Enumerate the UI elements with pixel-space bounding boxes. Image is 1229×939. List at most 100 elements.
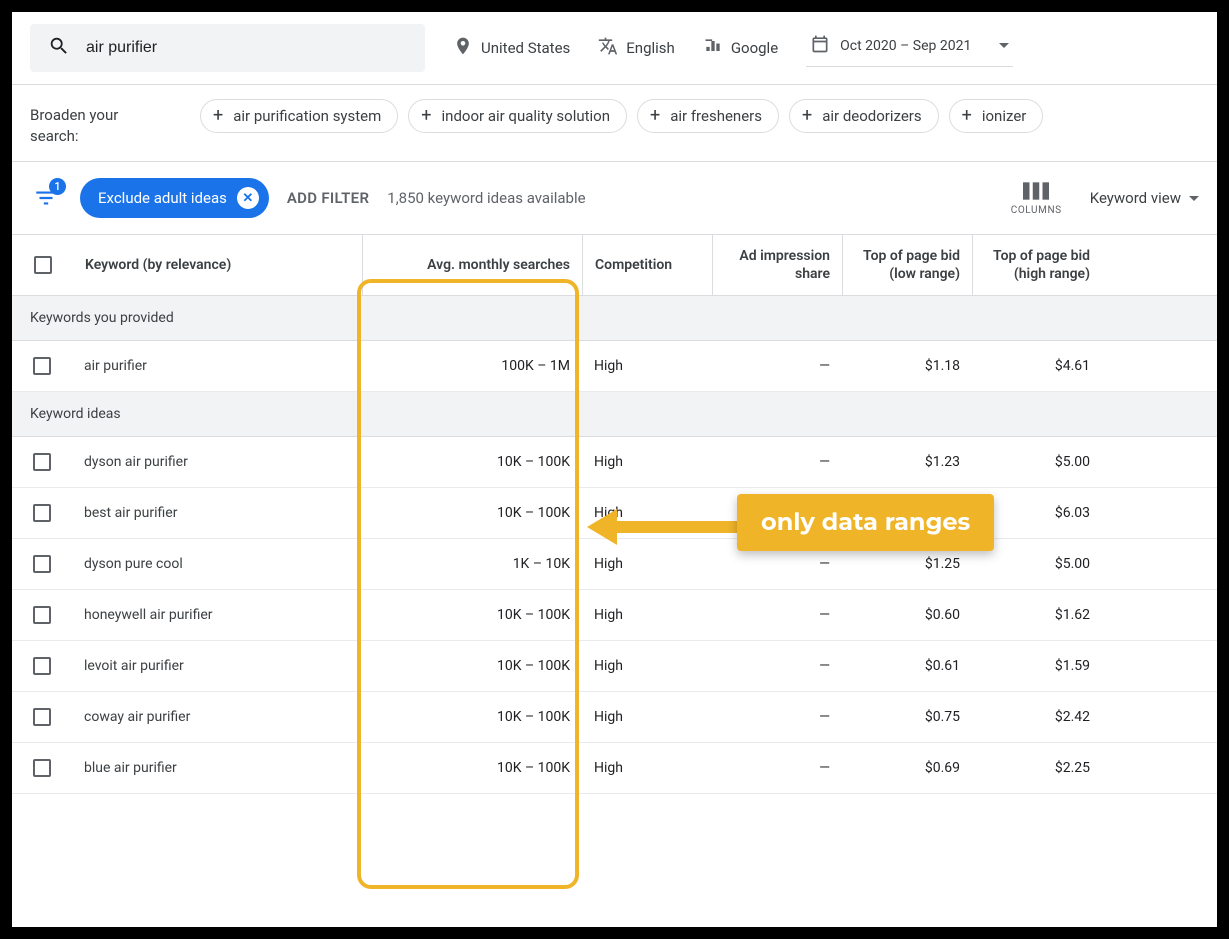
annotation-text: only data ranges bbox=[761, 508, 970, 537]
filter-count-badge: 1 bbox=[49, 178, 66, 195]
table-header: Keyword (by relevance) Avg. monthly sear… bbox=[12, 235, 1217, 296]
table-row[interactable]: levoit air purifier10K – 100KHigh—$0.61$… bbox=[12, 641, 1217, 692]
add-filter-button[interactable]: ADD FILTER bbox=[287, 189, 369, 207]
cell-avg-searches: 100K – 1M bbox=[362, 342, 582, 390]
language-label: English bbox=[626, 39, 675, 57]
row-checkbox-cell bbox=[12, 743, 72, 793]
chip-label: indoor air quality solution bbox=[442, 107, 611, 125]
cell-competition: High bbox=[582, 693, 712, 741]
chip-label: ionizer bbox=[982, 107, 1027, 125]
table-row[interactable]: blue air purifier10K – 100KHigh—$0.69$2.… bbox=[12, 743, 1217, 794]
table-row[interactable]: coway air purifier10K – 100KHigh—$0.75$2… bbox=[12, 692, 1217, 743]
table-row[interactable]: air purifier100K – 1MHigh—$1.18$4.61 bbox=[12, 341, 1217, 392]
broaden-section: Broaden your search: +air purification s… bbox=[12, 85, 1217, 162]
select-all-header[interactable] bbox=[12, 235, 72, 295]
location-label: United States bbox=[481, 39, 570, 57]
col-avg-searches[interactable]: Avg. monthly searches bbox=[362, 235, 582, 295]
cell-keyword: dyson pure cool bbox=[72, 540, 362, 588]
search-box[interactable] bbox=[30, 24, 425, 72]
cell-keyword: levoit air purifier bbox=[72, 642, 362, 690]
cell-bid-high: $5.00 bbox=[972, 438, 1102, 486]
section-ideas: Keyword ideas bbox=[12, 392, 1217, 437]
checkbox[interactable] bbox=[33, 504, 51, 522]
row-checkbox-cell bbox=[12, 539, 72, 589]
broaden-label: Broaden your search: bbox=[30, 99, 170, 147]
cell-competition: High bbox=[582, 438, 712, 486]
language-filter[interactable]: English bbox=[598, 36, 675, 60]
cell-bid-high: $1.59 bbox=[972, 642, 1102, 690]
table-row[interactable]: dyson air purifier10K – 100KHigh—$1.23$5… bbox=[12, 437, 1217, 488]
row-checkbox-cell bbox=[12, 437, 72, 487]
checkbox[interactable] bbox=[33, 759, 51, 777]
plus-icon: + bbox=[421, 107, 431, 125]
cell-bid-low: $1.18 bbox=[842, 342, 972, 390]
cell-avg-searches: 10K – 100K bbox=[362, 744, 582, 792]
location-icon bbox=[453, 36, 473, 60]
row-checkbox-cell bbox=[12, 341, 72, 391]
cell-bid-high: $2.25 bbox=[972, 744, 1102, 792]
keyword-planner-app: United States English Google Oct 2020 – … bbox=[12, 12, 1217, 927]
cell-avg-searches: 10K – 100K bbox=[362, 642, 582, 690]
search-input[interactable] bbox=[86, 39, 407, 57]
plus-icon: + bbox=[962, 107, 972, 125]
checkbox[interactable] bbox=[33, 453, 51, 471]
date-range-label: Oct 2020 – Sep 2021 bbox=[840, 38, 971, 54]
broaden-chip[interactable]: + indoor air quality solution bbox=[408, 99, 627, 133]
row-checkbox-cell bbox=[12, 590, 72, 640]
checkbox[interactable] bbox=[33, 708, 51, 726]
cell-impression: — bbox=[712, 342, 842, 390]
cell-keyword: air purifier bbox=[72, 342, 362, 390]
checkbox[interactable] bbox=[33, 357, 51, 375]
view-label: Keyword view bbox=[1090, 189, 1181, 207]
network-label: Google bbox=[731, 39, 778, 57]
cell-keyword: dyson air purifier bbox=[72, 438, 362, 486]
cell-bid-low: $0.69 bbox=[842, 744, 972, 792]
cell-avg-searches: 1K – 10K bbox=[362, 540, 582, 588]
cell-bid-low: $0.75 bbox=[842, 693, 972, 741]
annotation-callout: only data ranges bbox=[737, 494, 994, 551]
broaden-chip[interactable]: + air deodorizers bbox=[789, 99, 939, 133]
cell-competition: High bbox=[582, 342, 712, 390]
cell-competition: High bbox=[582, 744, 712, 792]
chip-label: air purification system bbox=[233, 107, 381, 125]
chip-label: air fresheners bbox=[670, 107, 762, 125]
filter-funnel-button[interactable]: 1 bbox=[30, 182, 62, 214]
checkbox[interactable] bbox=[34, 256, 52, 274]
cell-impression: — bbox=[712, 642, 842, 690]
view-dropdown[interactable]: Keyword view bbox=[1090, 189, 1199, 207]
checkbox[interactable] bbox=[33, 606, 51, 624]
col-keyword[interactable]: Keyword (by relevance) bbox=[72, 235, 362, 295]
col-competition[interactable]: Competition bbox=[582, 235, 712, 295]
table-row[interactable]: honeywell air purifier10K – 100KHigh—$0.… bbox=[12, 590, 1217, 641]
cell-bid-low: $0.60 bbox=[842, 591, 972, 639]
date-range-filter[interactable]: Oct 2020 – Sep 2021 bbox=[806, 30, 1013, 67]
topbar: United States English Google Oct 2020 – … bbox=[12, 12, 1217, 85]
network-filter[interactable]: Google bbox=[703, 36, 778, 60]
cell-impression: — bbox=[712, 438, 842, 486]
cell-keyword: blue air purifier bbox=[72, 744, 362, 792]
broaden-chip[interactable]: + ionizer bbox=[949, 99, 1044, 133]
exclude-adult-pill[interactable]: Exclude adult ideas ✕ bbox=[80, 178, 269, 218]
checkbox[interactable] bbox=[33, 657, 51, 675]
col-impression-share[interactable]: Ad impression share bbox=[712, 235, 842, 295]
translate-icon bbox=[598, 36, 618, 60]
cell-avg-searches: 10K – 100K bbox=[362, 693, 582, 741]
cell-bid-low: $1.23 bbox=[842, 438, 972, 486]
chip-label: air deodorizers bbox=[822, 107, 921, 125]
cell-impression: — bbox=[712, 591, 842, 639]
cell-avg-searches: 10K – 100K bbox=[362, 591, 582, 639]
broaden-chip[interactable]: +air purification system bbox=[200, 99, 398, 133]
col-bid-low[interactable]: Top of page bid (low range) bbox=[842, 235, 972, 295]
calendar-icon bbox=[810, 34, 830, 58]
col-bid-high[interactable]: Top of page bid (high range) bbox=[972, 235, 1102, 295]
location-filter[interactable]: United States bbox=[453, 36, 570, 60]
broaden-chip[interactable]: +air fresheners bbox=[637, 99, 779, 133]
columns-button[interactable]: COLUMNS bbox=[1011, 181, 1062, 216]
cell-competition: High bbox=[582, 591, 712, 639]
columns-label: COLUMNS bbox=[1011, 205, 1062, 216]
close-icon[interactable]: ✕ bbox=[237, 187, 259, 209]
chevron-down-icon bbox=[1189, 196, 1199, 201]
cell-bid-low: $0.61 bbox=[842, 642, 972, 690]
plus-icon: + bbox=[802, 107, 812, 125]
checkbox[interactable] bbox=[33, 555, 51, 573]
